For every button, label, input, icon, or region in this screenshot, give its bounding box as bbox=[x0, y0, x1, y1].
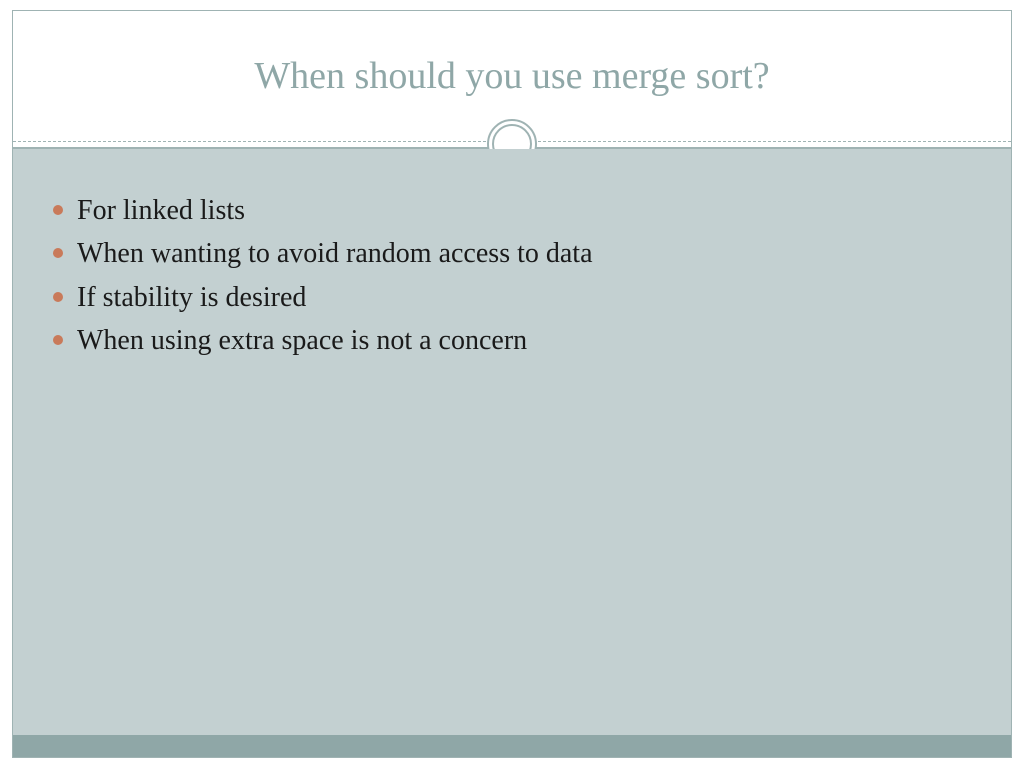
slide: When should you use merge sort? For link… bbox=[12, 10, 1012, 758]
list-item: When using extra space is not a concern bbox=[43, 319, 981, 362]
body-area: For linked lists When wanting to avoid r… bbox=[13, 149, 1011, 735]
footer-bar bbox=[13, 735, 1011, 757]
list-item: For linked lists bbox=[43, 189, 981, 232]
slide-title: When should you use merge sort? bbox=[254, 54, 769, 98]
list-item: If stability is desired bbox=[43, 276, 981, 319]
bullet-list: For linked lists When wanting to avoid r… bbox=[43, 189, 981, 363]
list-item: When wanting to avoid random access to d… bbox=[43, 232, 981, 275]
